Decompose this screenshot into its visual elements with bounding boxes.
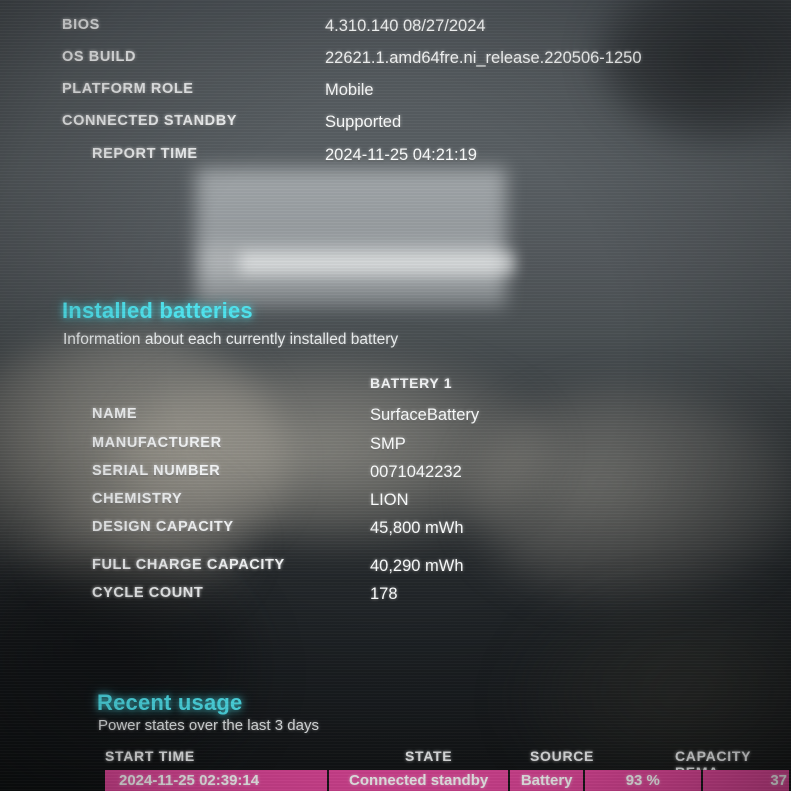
battery-report-screen-photo: BIOS 4.310.140 08/27/2024 OS BUILD 22621… bbox=[0, 0, 791, 791]
photo-vignette bbox=[0, 0, 791, 791]
